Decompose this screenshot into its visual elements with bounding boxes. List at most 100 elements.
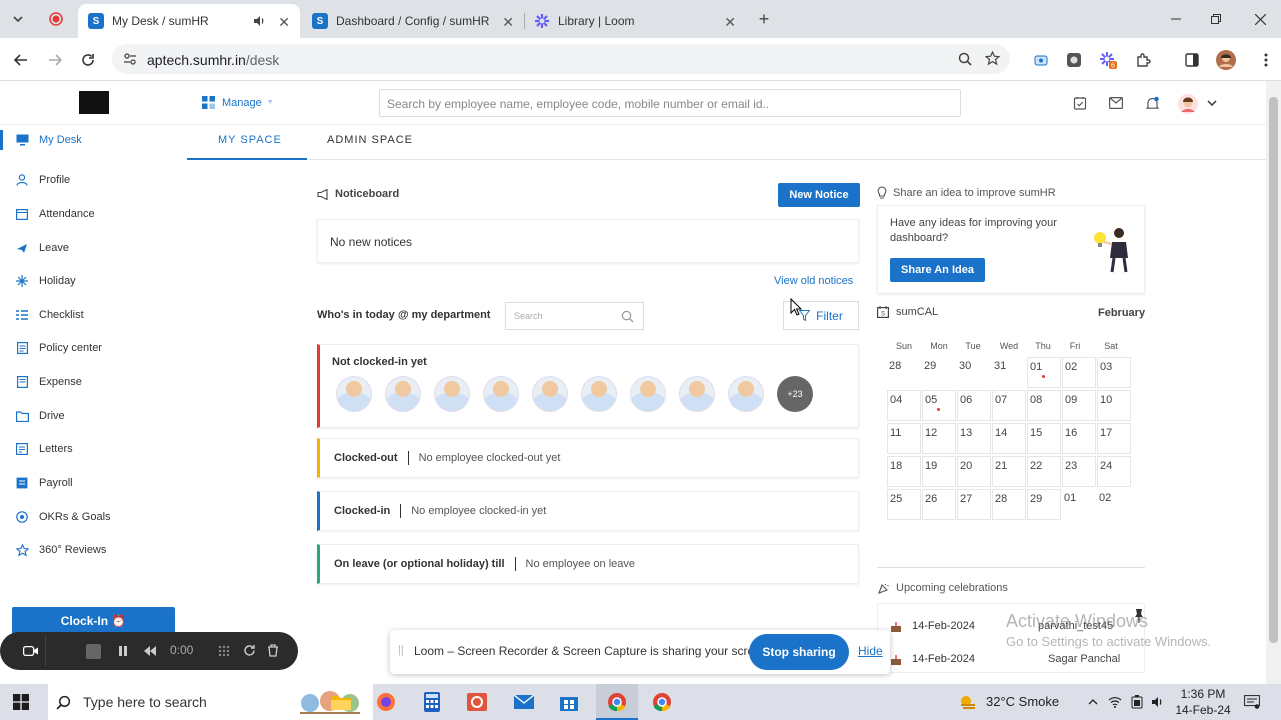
mail-icon[interactable] <box>1107 94 1125 112</box>
calendar-day[interactable]: 28 <box>887 357 921 388</box>
notification-center-icon[interactable] <box>1241 691 1263 713</box>
forward-icon[interactable] <box>45 50 65 70</box>
calendar-day[interactable]: 11 <box>887 423 921 454</box>
volume-icon[interactable] <box>1146 691 1168 713</box>
calendar-day[interactable]: 23 <box>1062 456 1096 487</box>
calendar-day[interactable]: 04 <box>887 390 921 421</box>
employee-avatar[interactable] <box>336 376 372 412</box>
calendar-day[interactable]: 05 <box>922 390 956 421</box>
mail-app-icon[interactable] <box>513 691 535 713</box>
side-panel-icon[interactable] <box>1182 50 1202 70</box>
clock-in-button[interactable]: Clock-In ⏰ <box>12 607 175 635</box>
calendar-day[interactable]: 08 <box>1027 390 1061 421</box>
employee-avatar[interactable] <box>532 376 568 412</box>
reload-icon[interactable] <box>78 50 98 70</box>
calendar-day[interactable]: 15 <box>1027 423 1061 454</box>
camera-toggle-icon[interactable] <box>16 636 46 666</box>
back-icon[interactable] <box>11 50 31 70</box>
tray-chevron-icon[interactable] <box>1082 691 1104 713</box>
calendar-day[interactable]: 16 <box>1062 423 1096 454</box>
calendar-day[interactable]: 10 <box>1097 390 1131 421</box>
calendar-day[interactable]: 07 <box>992 390 1026 421</box>
sidebar-item-360-reviews[interactable]: 360° Reviews <box>0 536 187 564</box>
calendar-day[interactable]: 25 <box>887 489 921 520</box>
calendar-day[interactable]: 09 <box>1062 390 1096 421</box>
clock[interactable]: 1:36 PM 14-Feb-24 <box>1172 686 1234 718</box>
restart-icon[interactable] <box>243 644 256 657</box>
speaker-icon[interactable] <box>252 14 266 28</box>
calendar-day[interactable]: 27 <box>957 489 991 520</box>
sidebar-item-payroll[interactable]: Payroll <box>0 469 187 497</box>
employee-avatar[interactable] <box>434 376 470 412</box>
calendar-day[interactable]: 22 <box>1027 456 1061 487</box>
camera-extension-icon[interactable] <box>1064 50 1084 70</box>
page-scrollbar[interactable] <box>1266 81 1281 684</box>
sidebar-item-checklist[interactable]: Checklist <box>0 301 187 329</box>
calendar-day[interactable]: 02 <box>1097 489 1131 520</box>
sidebar-item-attendance[interactable]: Attendance <box>0 200 187 228</box>
calendar-day[interactable]: 13 <box>957 423 991 454</box>
snipping-tool-icon[interactable] <box>466 691 488 713</box>
user-menu-chevron-icon[interactable] <box>1203 94 1221 112</box>
new-tab-icon[interactable]: + <box>754 9 774 29</box>
share-an-idea-button[interactable]: Share An Idea <box>890 258 985 282</box>
rewind-icon[interactable] <box>143 645 157 657</box>
view-old-notices-link[interactable]: View old notices <box>774 275 853 287</box>
windows-start-icon[interactable] <box>10 691 32 713</box>
scrollbar-thumb[interactable] <box>1269 97 1278 643</box>
calendar-day[interactable]: 29 <box>922 357 956 388</box>
close-tab-icon[interactable]: ✕ <box>278 14 290 31</box>
tab-my-space[interactable]: MY SPACE <box>218 134 282 146</box>
user-avatar[interactable] <box>1178 94 1198 114</box>
extensions-puzzle-icon[interactable] <box>1133 50 1153 70</box>
weather-widget[interactable]: 32°C Smoke <box>958 693 1059 709</box>
restore-icon[interactable] <box>1206 9 1226 29</box>
chrome-icon[interactable] <box>606 691 628 713</box>
calendar-day[interactable]: 01 <box>1027 357 1061 388</box>
sidebar-item-leave[interactable]: Leave <box>0 234 187 262</box>
company-logo[interactable] <box>79 91 109 114</box>
chrome-menu-icon[interactable] <box>1256 50 1276 70</box>
store-icon[interactable] <box>558 691 580 713</box>
calendar-day[interactable]: 24 <box>1097 456 1131 487</box>
close-tab-icon[interactable]: ✕ <box>724 14 736 31</box>
close-window-icon[interactable] <box>1250 9 1270 29</box>
calendar-day[interactable]: 20 <box>957 456 991 487</box>
profile-avatar-icon[interactable] <box>1216 50 1236 70</box>
employee-search-input[interactable]: Search by employee name, employee code, … <box>379 89 961 117</box>
file-explorer-icon[interactable] <box>330 691 352 713</box>
calendar-day[interactable]: 06 <box>957 390 991 421</box>
employee-avatar[interactable] <box>630 376 666 412</box>
zoom-icon[interactable] <box>958 52 972 66</box>
taskbar-search-box[interactable]: Type here to search <box>48 684 373 720</box>
calendar-day[interactable]: 14 <box>992 423 1026 454</box>
stop-sharing-button[interactable]: Stop sharing <box>749 634 849 670</box>
sidebar-item-my-desk[interactable]: My Desk <box>0 126 187 154</box>
tab-library-loom[interactable]: Library | Loom ✕ <box>524 4 746 38</box>
calendar-day[interactable]: 31 <box>992 357 1026 388</box>
tab-search-chevron-icon[interactable] <box>8 9 28 29</box>
screen-capture-extension-icon[interactable] <box>1031 50 1051 70</box>
stop-recording-icon[interactable] <box>86 644 101 659</box>
minimize-icon[interactable] <box>1166 9 1186 29</box>
calendar-day[interactable]: 28 <box>992 489 1026 520</box>
employee-avatar[interactable] <box>581 376 617 412</box>
drag-handle-icon[interactable] <box>218 645 230 657</box>
more-employees-badge[interactable]: +23 <box>777 376 813 412</box>
calculator-icon[interactable] <box>421 691 443 713</box>
employee-avatar[interactable] <box>385 376 421 412</box>
sidebar-item-okrs-goals[interactable]: OKRs & Goals <box>0 503 187 531</box>
calendar-day[interactable]: 26 <box>922 489 956 520</box>
calendar-day[interactable]: 29 <box>1027 489 1061 520</box>
calendar-day[interactable]: 02 <box>1062 357 1096 388</box>
calendar-day[interactable]: 17 <box>1097 423 1131 454</box>
omnibox[interactable]: aptech.sumhr.in/desk <box>112 44 1010 74</box>
calendar-day[interactable]: 03 <box>1097 357 1131 388</box>
employee-avatar[interactable] <box>728 376 764 412</box>
calendar-day[interactable]: 21 <box>992 456 1026 487</box>
loom-extension-icon[interactable]: 6 <box>1098 50 1118 70</box>
firefox-icon[interactable] <box>375 691 397 713</box>
new-notice-button[interactable]: New Notice <box>778 183 860 207</box>
calendar-day[interactable]: 30 <box>957 357 991 388</box>
bookmark-star-icon[interactable] <box>985 51 1000 66</box>
